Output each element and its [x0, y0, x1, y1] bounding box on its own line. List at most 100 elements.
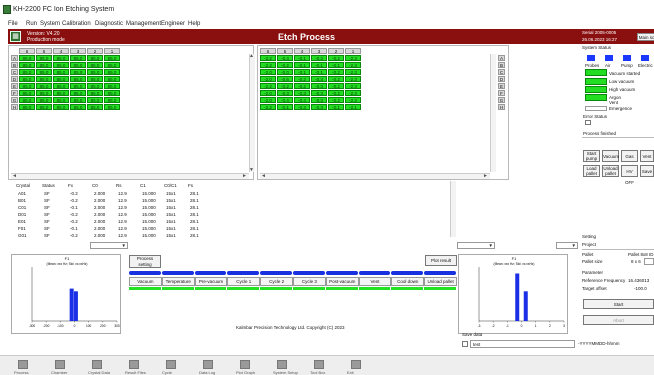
grid-cell[interactable]: -2.0 [260, 76, 276, 82]
grid-cell[interactable]: 85.0 [53, 90, 69, 96]
process-step[interactable]: Pre-vacuum [194, 277, 228, 286]
grid-cell[interactable]: -0.3 [311, 97, 327, 103]
grid-cell[interactable]: 85.0 [19, 97, 35, 103]
grid-cell[interactable]: 85.0 [104, 55, 120, 61]
grid-cell[interactable]: 85.0 [104, 97, 120, 103]
grid-cell[interactable]: 85.0 [36, 55, 52, 61]
toolbar-label[interactable]: Plot Graph [236, 370, 255, 375]
grid-cell[interactable]: -2.3 [345, 97, 361, 103]
grid-cell[interactable]: 85.0 [87, 76, 103, 82]
toolbar-label[interactable]: Chamber [51, 370, 67, 375]
load-pallet-button[interactable]: Load pallet [583, 165, 600, 177]
menu-run[interactable]: Run [26, 21, 37, 27]
grid-cell[interactable]: 85.0 [87, 97, 103, 103]
grid-cell[interactable]: -0.1 [294, 55, 310, 61]
grid-cell[interactable]: -2.0 [260, 69, 276, 75]
save-button[interactable]: Save [640, 165, 654, 177]
process-setting-button[interactable]: Process setting [129, 255, 161, 268]
menu-calibration[interactable]: Calibration [62, 21, 91, 27]
hv-off-button[interactable]: HV OFF [621, 165, 638, 185]
vent-button[interactable]: Vent [640, 150, 654, 162]
toolbar-icon[interactable] [277, 360, 287, 369]
process-step[interactable]: Cycle 2 [260, 277, 293, 286]
grid-cell[interactable]: 85.0 [53, 104, 69, 110]
grid-cell[interactable]: -0.2 [328, 97, 344, 103]
right-grid-hscroll[interactable] [260, 173, 490, 179]
grid-cell[interactable]: 85.0 [19, 62, 35, 68]
grid-cell[interactable]: -0.6 [277, 76, 293, 82]
grid-cell[interactable]: 85.0 [53, 69, 69, 75]
grid-cell[interactable]: -0.2 [277, 83, 293, 89]
vacuum-button[interactable]: Vacuum [602, 150, 619, 162]
grid-cell[interactable]: -0.3 [277, 90, 293, 96]
toolbar-label[interactable]: Exit [347, 370, 354, 375]
menu-system[interactable]: System [40, 21, 60, 27]
grid-cell[interactable]: 85.0 [104, 83, 120, 89]
toolbar-icon[interactable] [18, 360, 28, 369]
grid-cell[interactable]: 85.0 [104, 62, 120, 68]
grid-cell[interactable]: -0.1 [294, 69, 310, 75]
process-step[interactable]: Cycle 1 [227, 277, 261, 286]
grid-cell[interactable]: 85.0 [19, 83, 35, 89]
grid-cell[interactable]: -0.1 [277, 104, 293, 110]
grid-cell[interactable]: -0.2 [328, 69, 344, 75]
grid-cell[interactable]: -2.1 [345, 104, 361, 110]
toolbar-icon[interactable] [166, 360, 176, 369]
error-status-checkbox[interactable] [585, 120, 591, 125]
grid-cell[interactable]: 85.0 [104, 76, 120, 82]
grid-cell[interactable]: 85.0 [53, 97, 69, 103]
grid-cell[interactable]: -0.2 [328, 83, 344, 89]
unload-pallet-button[interactable]: Unload pallet [602, 165, 619, 177]
grid-cell[interactable]: -0.1 [328, 104, 344, 110]
grid-cell[interactable]: 85.0 [87, 62, 103, 68]
save-data-input[interactable]: test [470, 340, 575, 348]
grid-cell[interactable]: -0.2 [294, 83, 310, 89]
grid-cell[interactable]: -0.3 [311, 76, 327, 82]
grid-cell[interactable]: 85.0 [36, 90, 52, 96]
plot-result-button[interactable]: Plot result [425, 255, 457, 266]
grid-cell[interactable]: 85.0 [36, 69, 52, 75]
chamber-select[interactable]: ▼ [556, 242, 578, 249]
grid-cell[interactable]: -0.4 [294, 97, 310, 103]
grid-cell[interactable]: 85.0 [104, 90, 120, 96]
grid-cell[interactable]: -0.2 [277, 62, 293, 68]
grid-cell[interactable]: -0.3 [311, 83, 327, 89]
grid-cell[interactable]: -2.2 [260, 55, 276, 61]
grid-cell[interactable]: 85.0 [36, 83, 52, 89]
grid-cell[interactable]: -0.1 [328, 62, 344, 68]
toolbar-icon[interactable] [129, 360, 139, 369]
main-screen-button[interactable]: Main screen [637, 33, 654, 41]
menu-management[interactable]: Management [126, 21, 161, 27]
grid-cell[interactable]: 85.0 [36, 97, 52, 103]
grid-cell[interactable]: -0.2 [328, 90, 344, 96]
grid-cell[interactable]: 85.0 [70, 69, 86, 75]
toolbar-label[interactable]: Process [14, 370, 28, 375]
grid-cell[interactable]: -0.3 [294, 104, 310, 110]
grid-cell[interactable]: 85.0 [70, 76, 86, 82]
process-step[interactable]: Temperature [161, 277, 195, 286]
grid-cell[interactable]: 85.0 [36, 62, 52, 68]
grid-cell[interactable]: 85.0 [53, 76, 69, 82]
toolbar-icon[interactable] [314, 360, 324, 369]
menu-file[interactable]: File [8, 21, 18, 27]
grid-cell[interactable]: -2.2 [260, 104, 276, 110]
menu-engineer[interactable]: Engineer [161, 21, 185, 27]
grid-cell[interactable]: 85.0 [70, 104, 86, 110]
grid-cell[interactable]: 85.0 [36, 76, 52, 82]
grid-cell[interactable]: -0.3 [311, 90, 327, 96]
grid-cell[interactable]: 85.0 [36, 104, 52, 110]
grid-cell[interactable]: -0.3 [311, 104, 327, 110]
grid-cell[interactable]: -2.3 [345, 90, 361, 96]
left-chart-select[interactable]: ▼ [90, 242, 128, 249]
process-step[interactable]: Cool down [391, 277, 425, 286]
right-chart-select[interactable]: ▼ [457, 242, 495, 249]
toolbar-label[interactable]: Result Files [125, 370, 146, 375]
toolbar-label[interactable]: Tool Box [310, 370, 325, 375]
left-grid-hscroll[interactable] [11, 173, 249, 179]
grid-cell[interactable]: 85.0 [53, 83, 69, 89]
grid-cell[interactable]: 85.0 [87, 69, 103, 75]
grid-cell[interactable]: -0.2 [328, 76, 344, 82]
grid-cell[interactable]: 85.0 [19, 104, 35, 110]
grid-cell[interactable]: 85.0 [70, 83, 86, 89]
toolbar-label[interactable]: System Setup [273, 370, 298, 375]
